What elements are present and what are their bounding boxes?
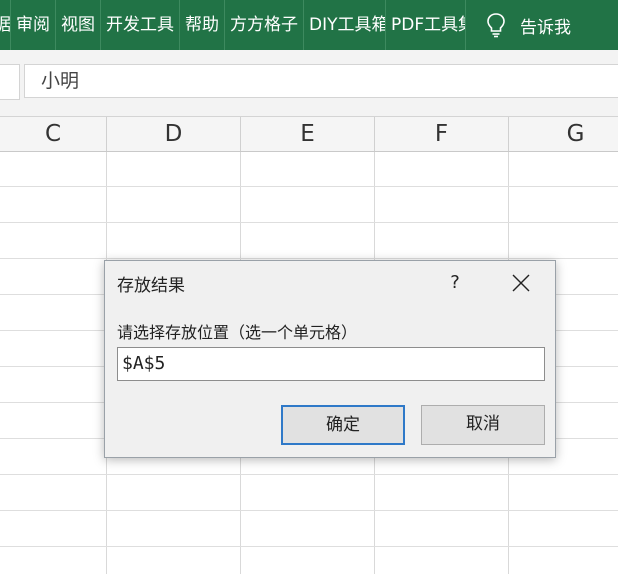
ribbon-tab-help[interactable]: 帮助 [180, 0, 225, 50]
dialog-prompt-label: 请选择存放位置（选一个单元格） [117, 323, 358, 342]
ribbon-tab-view[interactable]: 视图 [56, 0, 101, 50]
ribbon-tab-developer[interactable]: 开发工具 [101, 0, 180, 50]
column-header-e[interactable]: E [241, 117, 375, 151]
formula-row: 小明 [0, 50, 618, 116]
tell-me-search[interactable]: 告诉我 [516, 13, 571, 38]
ok-button[interactable]: 确定 [281, 405, 405, 445]
store-result-dialog: 存放结果 ? 请选择存放位置（选一个单元格） $A$5 确定 取消 [104, 260, 556, 458]
cell-reference-input[interactable]: $A$5 [117, 347, 545, 381]
lightbulb-icon[interactable] [476, 0, 516, 50]
ribbon-tab-data[interactable]: 据 [0, 0, 11, 50]
column-header-d[interactable]: D [107, 117, 241, 151]
column-header-g[interactable]: G [509, 117, 618, 151]
column-header-row: C D E F G [0, 116, 618, 152]
cancel-button[interactable]: 取消 [421, 405, 545, 445]
close-icon[interactable] [503, 265, 539, 301]
formula-bar-input[interactable]: 小明 [24, 64, 618, 98]
ribbon-tab-review[interactable]: 审阅 [11, 0, 56, 50]
column-header-c[interactable]: C [0, 117, 107, 151]
column-header-f[interactable]: F [375, 117, 509, 151]
dialog-title: 存放结果 [117, 276, 185, 296]
help-button[interactable]: ? [443, 265, 467, 301]
ribbon-tab-fangfang[interactable]: 方方格子 [225, 0, 304, 50]
ribbon-tab-bar: 据 审阅 视图 开发工具 帮助 方方格子 DIY工具箱 PDF工具集 告诉我 [0, 0, 618, 50]
name-box[interactable] [0, 64, 20, 100]
ribbon-tab-pdf[interactable]: PDF工具集 [386, 0, 466, 50]
ribbon-tab-diy[interactable]: DIY工具箱 [304, 0, 386, 50]
